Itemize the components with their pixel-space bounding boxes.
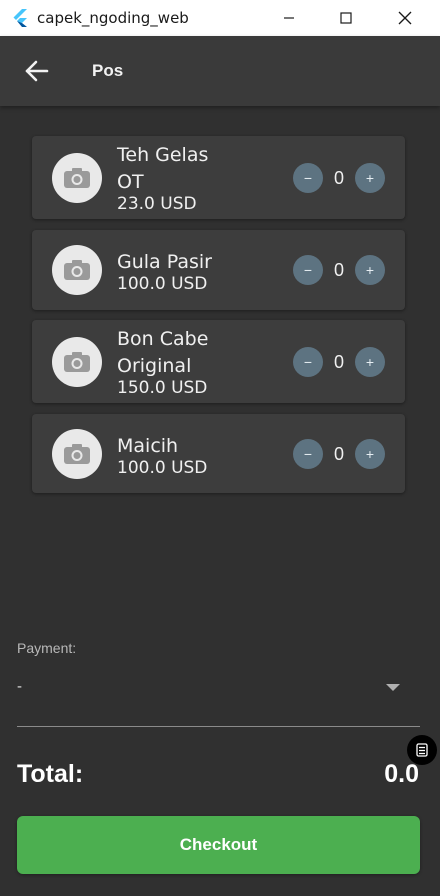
product-card: Bon Cabe Original 150.0 USD − 0 + [32,320,405,403]
close-icon [398,11,412,25]
total-label: Total: [17,760,84,788]
back-arrow-icon[interactable] [24,58,50,84]
camera-icon [64,444,90,464]
product-image-placeholder [52,429,102,479]
window-titlebar: capek_ngoding_web [0,0,440,36]
increment-button[interactable]: + [355,255,385,285]
increment-button[interactable]: + [355,163,385,193]
quantity-value: 0 [333,168,344,188]
product-name: Bon Cabe [117,328,209,350]
checkout-button[interactable]: Checkout [17,816,420,874]
close-button[interactable] [382,0,428,36]
product-price: 100.0 USD [117,458,208,478]
camera-icon [64,260,90,280]
product-card: Gula Pasir 100.0 USD − 0 + [32,230,405,310]
product-card: Maicih 100.0 USD − 0 + [32,414,405,493]
product-price: 23.0 USD [117,194,197,214]
product-name: Gula Pasir [117,251,212,273]
camera-icon [64,168,90,188]
flutter-logo-icon [13,9,27,27]
product-price: 100.0 USD [117,274,208,294]
payment-label: Payment: [17,640,77,656]
minimize-button[interactable] [266,0,312,36]
calculator-icon [416,743,428,757]
maximize-icon [340,12,352,24]
decrement-button[interactable]: − [293,439,323,469]
app-bar: Pos [0,36,440,106]
product-name-line2: OT [117,171,144,193]
window-title: capek_ngoding_web [37,9,189,27]
decrement-button[interactable]: − [293,347,323,377]
dropdown-arrow-icon [386,684,400,691]
page-title: Pos [92,61,124,80]
product-image-placeholder [52,337,102,387]
product-name: Maicih [117,435,179,457]
payment-selected-value: - [17,678,22,695]
product-image-placeholder [52,245,102,295]
product-name-line2: Original [117,355,192,377]
payment-dropdown[interactable]: - [17,672,420,727]
maximize-button[interactable] [323,0,369,36]
increment-button[interactable]: + [355,439,385,469]
product-price: 150.0 USD [117,378,208,398]
quantity-value: 0 [333,444,344,464]
quantity-value: 0 [333,352,344,372]
decrement-button[interactable]: − [293,163,323,193]
decrement-button[interactable]: − [293,255,323,285]
minimize-icon [284,17,294,19]
increment-button[interactable]: + [355,347,385,377]
product-card: Teh Gelas OT 23.0 USD − 0 + [32,136,405,219]
app-window: capek_ngoding_web Pos Teh Gelas OT 23.0 … [0,0,440,896]
total-value: 0.0 [384,760,419,788]
product-name: Teh Gelas [117,144,209,166]
camera-icon [64,352,90,372]
quantity-value: 0 [333,260,344,280]
product-image-placeholder [52,153,102,203]
